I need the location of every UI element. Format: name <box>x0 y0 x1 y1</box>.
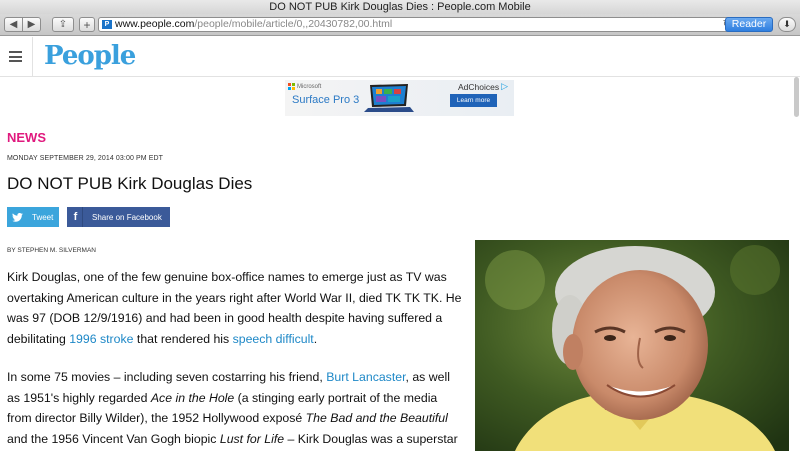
film-title: The Bad and the Beautiful <box>305 411 448 425</box>
paragraph-text: . <box>313 331 318 346</box>
favicon-icon: P <box>102 20 112 29</box>
facebook-icon: f <box>69 207 83 227</box>
ad-brand-text: Microsoft <box>297 83 322 90</box>
reader-button[interactable]: Reader <box>725 17 773 32</box>
share-icon: ⇪ <box>58 19 68 30</box>
article-headline: DO NOT PUB Kirk Douglas Dies <box>7 174 253 193</box>
article-byline: BY STEPHEN M. SILVERMAN <box>7 247 96 254</box>
browser-toolbar: ◀ ▶ ⇪ + P www.people.com/people/mobile/a… <box>0 14 800 36</box>
url-domain: www.people.com <box>115 18 195 30</box>
window-title: DO NOT PUB Kirk Douglas Dies : People.co… <box>0 0 800 14</box>
scrollbar[interactable] <box>794 77 799 117</box>
article-dateline: MONDAY SEPTEMBER 29, 2014 03:00 PM EDT <box>7 155 164 162</box>
back-button[interactable]: ◀ <box>4 17 23 32</box>
article-photo <box>475 240 789 451</box>
film-title: Lust for Life <box>219 431 285 446</box>
twitter-bird-icon <box>12 212 23 222</box>
burt-lancaster-link[interactable]: Burt Lancaster <box>326 370 405 384</box>
url-path: /people/mobile/article/0,,20430782,00.ht… <box>194 18 393 30</box>
forward-arrow-icon: ▶ <box>27 19 36 30</box>
adchoices-icon: ▷ <box>501 81 509 91</box>
address-bar[interactable]: P www.people.com/people/mobile/article/0… <box>98 17 736 32</box>
tweet-button[interactable]: Tweet <box>7 207 59 227</box>
speech-difficult-link[interactable]: speech difficult <box>233 332 314 346</box>
ad-brand: Microsoft <box>288 83 321 90</box>
adchoices-text: AdChoices <box>458 81 500 92</box>
facebook-share-button[interactable]: f Share on Facebook <box>67 207 170 227</box>
downloads-button[interactable]: ⬇ <box>778 17 796 32</box>
ad-banner[interactable]: Microsoft Surface Pro 3 AdChoices ▷ Lear… <box>285 80 514 116</box>
paragraph-text: In some 75 movies – including seven cost… <box>7 370 327 384</box>
stroke-link[interactable]: 1996 stroke <box>69 332 133 346</box>
learn-more-button[interactable]: Learn more <box>450 94 497 107</box>
facebook-share-label: Share on Facebook <box>92 212 162 222</box>
microsoft-logo-icon <box>288 83 295 90</box>
download-icon: ⬇ <box>783 19 791 29</box>
ad-product-name: Surface Pro 3 <box>292 94 360 106</box>
film-title: Ace in the Hole <box>150 390 235 405</box>
paragraph-text: and the 1956 Vincent Van Gogh biopic <box>7 431 220 446</box>
share-button[interactable]: ⇪ <box>52 17 74 32</box>
people-logo[interactable]: People <box>44 41 136 71</box>
plus-icon: + <box>83 17 91 32</box>
section-label[interactable]: NEWS <box>7 130 46 145</box>
article-paragraph: Kirk Douglas, one of the few genuine box… <box>7 267 462 349</box>
paragraph-text: that rendered his <box>133 331 233 346</box>
header-divider <box>32 37 33 77</box>
article-paragraph: In some 75 movies – including seven cost… <box>7 367 462 451</box>
adchoices-link[interactable]: AdChoices ▷ <box>458 81 508 92</box>
forward-button[interactable]: ▶ <box>22 17 41 32</box>
back-arrow-icon: ◀ <box>9 19 18 30</box>
site-header: People <box>0 37 800 117</box>
menu-icon[interactable] <box>9 51 22 62</box>
tweet-label: Tweet <box>32 212 54 222</box>
new-tab-button[interactable]: + <box>79 17 95 32</box>
tablet-device-icon <box>364 84 414 112</box>
